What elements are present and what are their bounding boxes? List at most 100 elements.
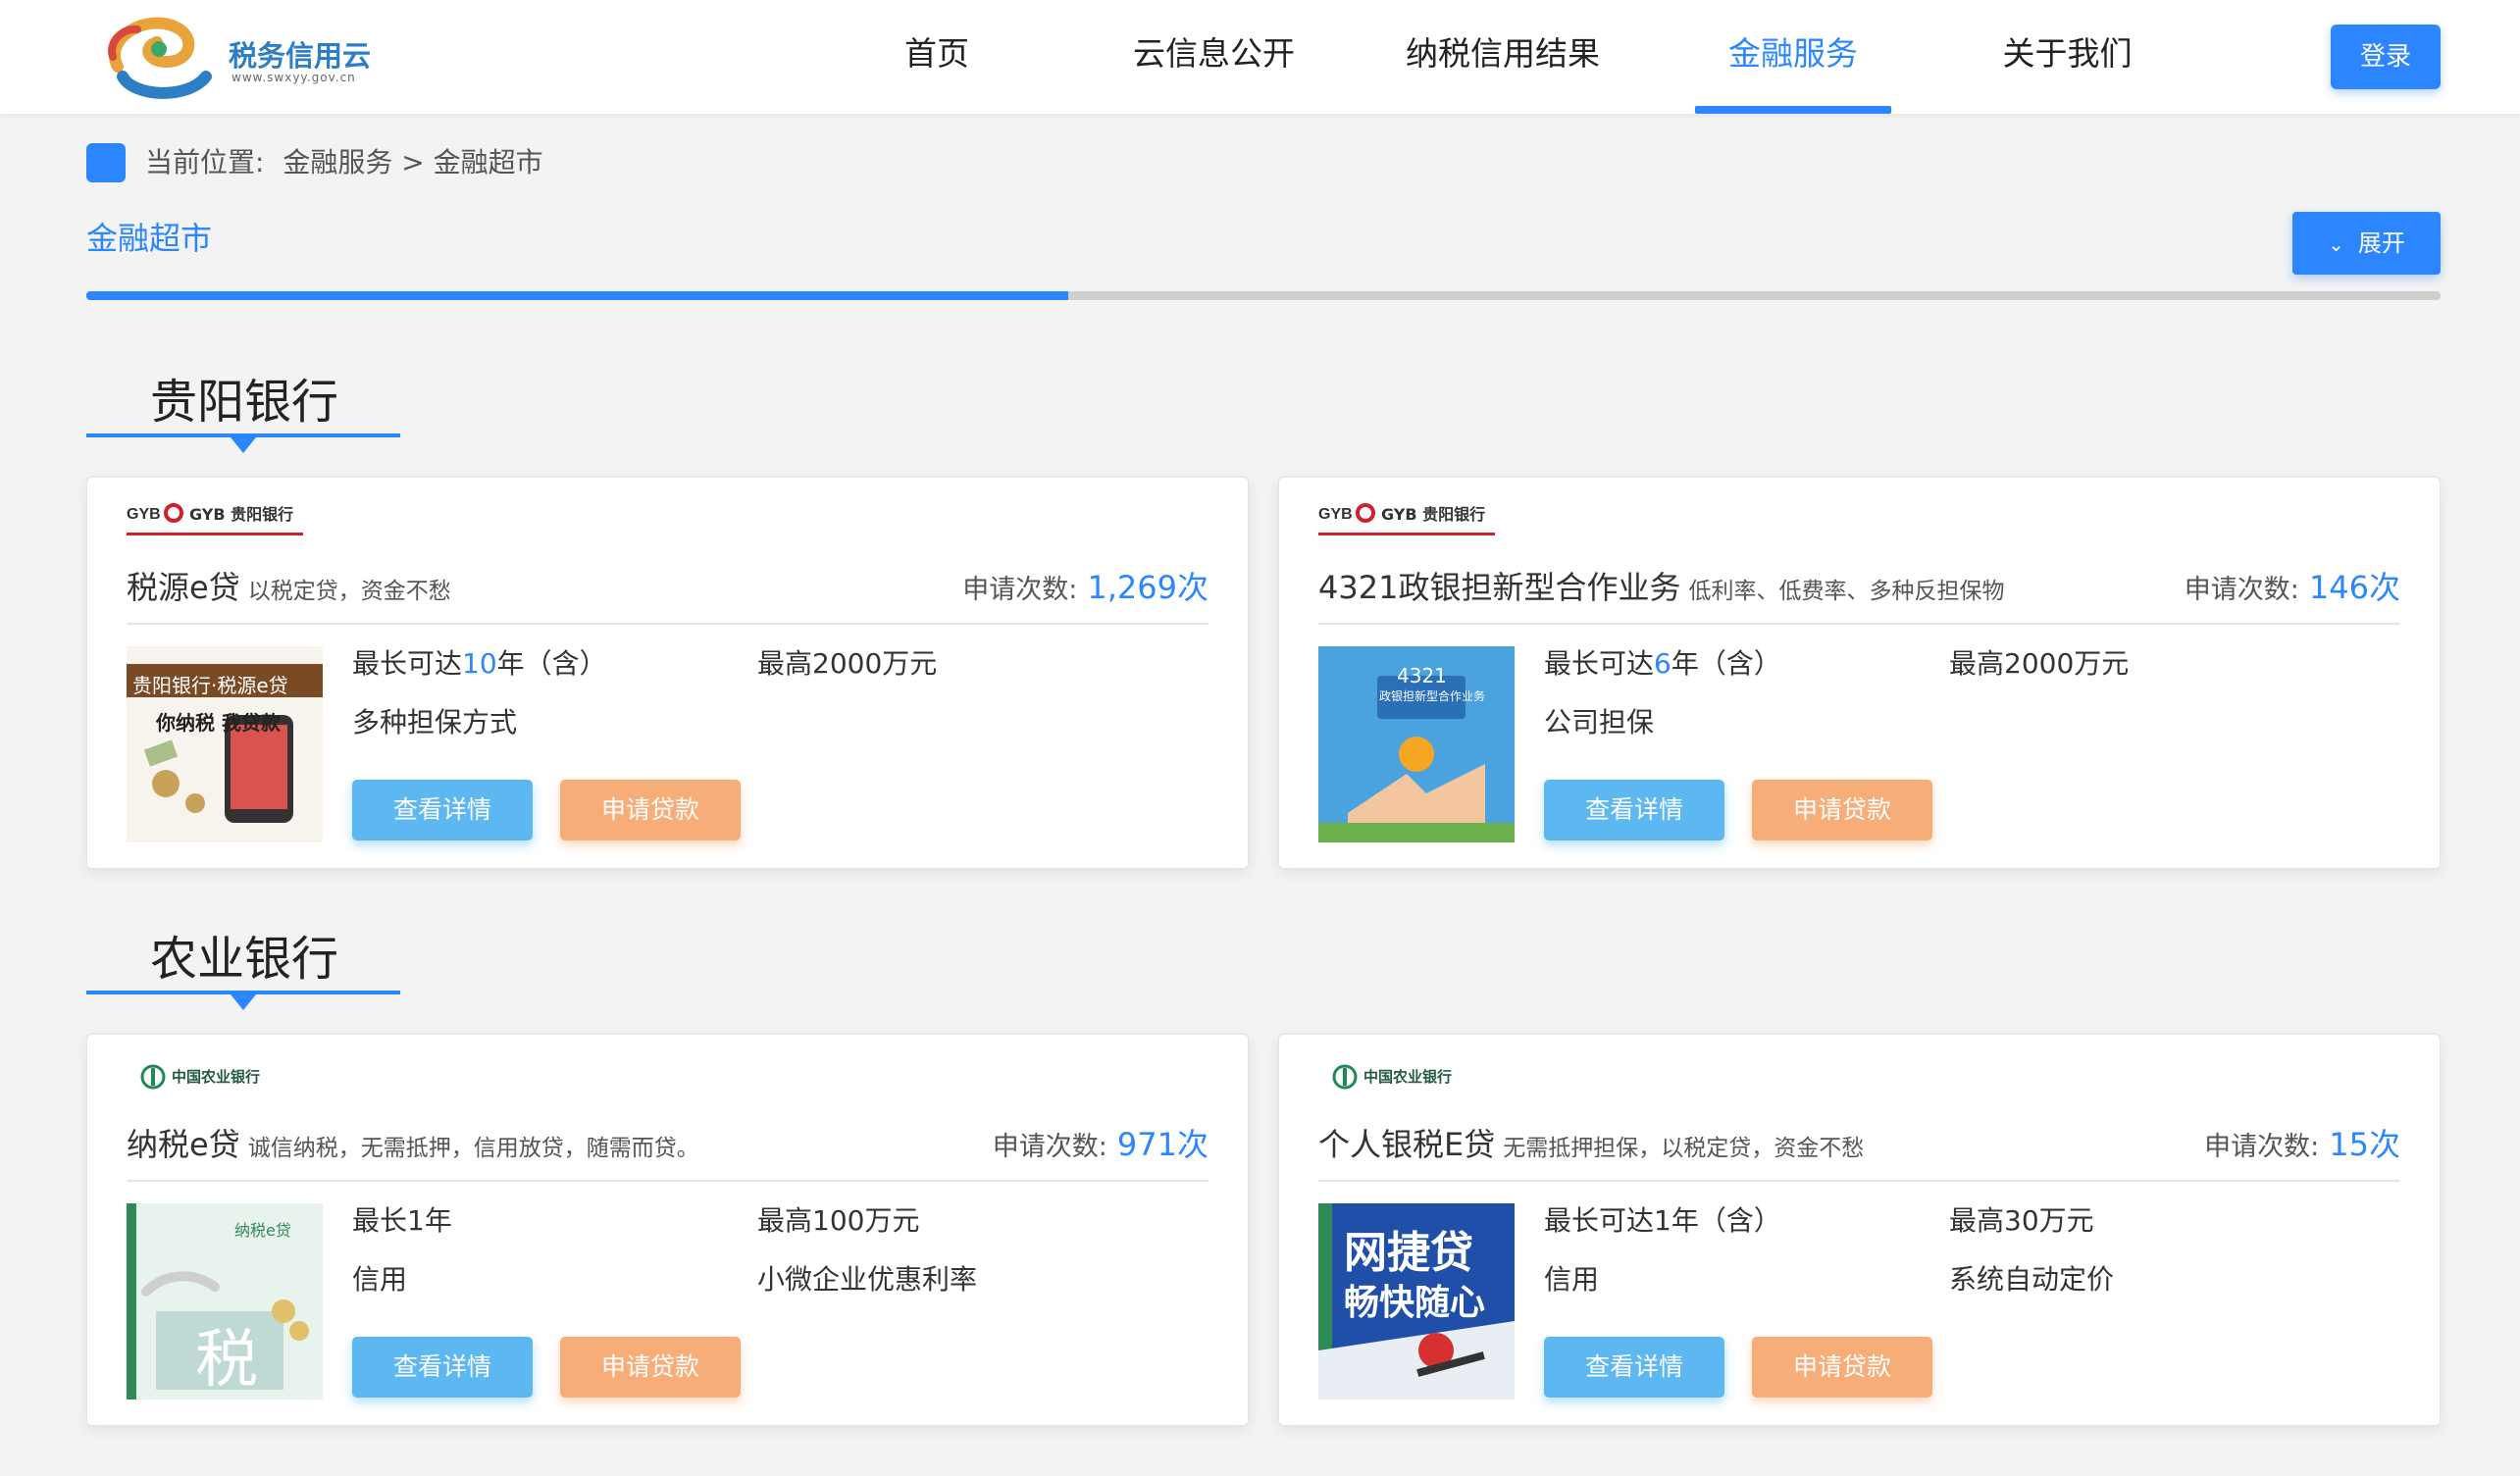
loan-term: 最长可达1年（含）	[1544, 1199, 1781, 1239]
count-label: 申请次数:	[992, 1132, 1107, 1162]
bank-logo-text: GYB 贵阳银行	[1381, 505, 1486, 524]
breadcrumb-prefix: 当前位置:	[145, 146, 265, 178]
svg-text:GYB: GYB	[1318, 506, 1353, 523]
card-divider	[1318, 1180, 2400, 1182]
product-card: GYB GYB 贵阳银行 税源e贷 以税定贷，资金不愁 申请次数: 1,269次 贵…	[86, 477, 1249, 869]
product-name: 个人银税E贷	[1318, 1126, 1496, 1163]
loan-rate: 小微企业优惠利率	[757, 1263, 978, 1296]
breadcrumb-path: 金融服务 > 金融超市	[283, 146, 543, 178]
loan-amount: 最高2000万元	[757, 647, 938, 680]
application-count: 申请次数: 15次	[2204, 1123, 2400, 1166]
site-logo[interactable]: 税务信用云 www.swxyy.gov.cn	[98, 8, 392, 106]
product-card: 中国农业银行 个人银税E贷 无需抵押担保，以税定贷，资金不愁 申请次数: 15次 网…	[1278, 1034, 2441, 1426]
loan-term-suffix: 年（含）	[496, 647, 607, 680]
login-button[interactable]: 登录	[2331, 25, 2441, 89]
top-header: 税务信用云 www.swxyy.gov.cn 首页 云信息公开 纳税信用结果 金…	[0, 0, 2520, 114]
application-count: 申请次数: 971次	[993, 1123, 1209, 1166]
chevron-down-icon: ⌄	[2328, 232, 2344, 256]
bank-logo-text: 中国农业银行	[1363, 1068, 1453, 1086]
bank-heading: 农业银行	[150, 932, 339, 987]
product-image[interactable]: 纳税e贷 税	[127, 1203, 323, 1400]
loan-term-prefix: 最长可达	[1544, 647, 1655, 680]
loan-amount: 最高100万元	[757, 1204, 920, 1237]
bank-logo-text: GYB 贵阳银行	[189, 505, 294, 524]
nav-cloud-info[interactable]: 云信息公开	[1133, 0, 1295, 114]
product-name: 税源e贷	[127, 569, 240, 606]
product-image[interactable]: 网捷贷 畅快随心	[1318, 1203, 1515, 1400]
loan-amount: 最高30万元	[1949, 1204, 2094, 1237]
product-card: 中国农业银行 纳税e贷 诚信纳税，无需抵押，信用放贷，随需而贷。 申请次数: 971…	[86, 1034, 1249, 1426]
application-count: 申请次数: 146次	[2185, 566, 2400, 609]
loan-guarantee: 公司担保	[1544, 706, 1655, 738]
count-label: 申请次数:	[2184, 575, 2299, 605]
product-name: 4321政银担新型合作业务	[1318, 569, 1681, 606]
nav-home[interactable]: 首页	[888, 0, 986, 114]
breadcrumb: 当前位置: 金融服务 > 金融超市	[145, 143, 553, 182]
loan-rate: 系统自动定价	[1949, 1263, 2115, 1296]
loan-term-suffix: 年（含）	[1671, 647, 1781, 680]
product-slogan: 以税定贷，资金不愁	[247, 579, 451, 604]
count-label: 申请次数:	[962, 575, 1078, 605]
product-image[interactable]: 4321 政银担新型合作业务	[1318, 646, 1515, 842]
gyb-bank-logo: GYB GYB 贵阳银行	[127, 497, 342, 538]
product-name: 纳税e贷	[127, 1126, 240, 1163]
loan-guarantee: 信用	[352, 1263, 408, 1296]
nav-about-us[interactable]: 关于我们	[2001, 0, 2134, 114]
apply-loan-button[interactable]: 申请贷款	[560, 1337, 741, 1398]
loan-term: 最长1年	[352, 1199, 452, 1239]
loan-guarantee: 多种担保方式	[352, 706, 518, 738]
apply-loan-button[interactable]: 申请贷款	[1752, 780, 1932, 840]
bank-heading: 贵阳银行	[150, 375, 339, 430]
product-title: 税源e贷 以税定贷，资金不愁	[127, 566, 451, 609]
image-caption: 4321	[1397, 664, 1447, 687]
image-caption: 畅快随心	[1344, 1283, 1486, 1323]
product-slogan: 无需抵押担保，以税定贷，资金不愁	[1503, 1136, 1865, 1161]
product-slogan: 低利率、低费率、多种反担保物	[1688, 579, 2005, 604]
image-caption: 税	[195, 1324, 258, 1397]
expand-label: 展开	[2357, 229, 2405, 257]
loan-term-prefix: 最长可达	[352, 647, 463, 680]
nav-finance-services[interactable]: 金融服务	[1724, 0, 1862, 114]
loan-term-years: 10	[462, 647, 497, 680]
image-caption: 你纳税 我贷款	[156, 711, 281, 735]
count-value: 146次	[2308, 569, 2400, 606]
abc-bank-logo: 中国农业银行	[1318, 1054, 1534, 1095]
apply-loan-button[interactable]: 申请贷款	[1752, 1337, 1932, 1398]
view-details-button[interactable]: 查看详情	[352, 780, 533, 840]
nav-credit-results[interactable]: 纳税信用结果	[1405, 0, 1601, 114]
section-progress-bar	[86, 291, 2441, 300]
loan-term-prefix: 最长可达1年（含）	[1544, 1204, 1781, 1237]
count-value: 15次	[2329, 1126, 2400, 1163]
card-divider	[127, 1180, 1209, 1182]
image-caption: 纳税e贷	[234, 1221, 291, 1240]
product-image[interactable]: 贵阳银行·税源e贷 你纳税 我贷款	[127, 646, 323, 842]
view-details-button[interactable]: 查看详情	[352, 1337, 533, 1398]
loan-amount: 最高2000万元	[1949, 647, 2130, 680]
image-caption: 政银担新型合作业务	[1379, 689, 1486, 703]
logo-url: www.swxyy.gov.cn	[231, 71, 356, 84]
logo-swirl-icon	[108, 17, 212, 99]
bank-heading-arrow-icon	[231, 994, 256, 1010]
tab-finance-market[interactable]: 金融超市	[86, 214, 212, 259]
count-value: 1,269次	[1087, 569, 1209, 606]
view-details-button[interactable]: 查看详情	[1544, 1337, 1724, 1398]
apply-loan-button[interactable]: 申请贷款	[560, 780, 741, 840]
image-caption: 网捷贷	[1344, 1228, 1473, 1278]
card-divider	[1318, 623, 2400, 625]
loan-term: 最长可达10年（含）	[352, 642, 607, 682]
nav-active-indicator	[1695, 106, 1891, 114]
view-details-button[interactable]: 查看详情	[1544, 780, 1724, 840]
logo-title: 税务信用云	[229, 39, 372, 73]
loan-term-years: 6	[1654, 647, 1671, 680]
product-title: 4321政银担新型合作业务 低利率、低费率、多种反担保物	[1318, 566, 2004, 609]
section-progress-fill	[86, 291, 1068, 300]
product-slogan: 诚信纳税，无需抵押，信用放贷，随需而贷。	[247, 1136, 699, 1161]
gyb-bank-logo: GYB GYB 贵阳银行	[1318, 497, 1534, 538]
loan-term-prefix: 最长1年	[352, 1204, 452, 1237]
application-count: 申请次数: 1,269次	[962, 566, 1209, 609]
expand-button[interactable]: ⌄ 展开	[2292, 212, 2441, 275]
count-value: 971次	[1116, 1126, 1209, 1163]
count-label: 申请次数:	[2204, 1132, 2320, 1162]
svg-text:GYB: GYB	[127, 506, 161, 523]
product-title: 个人银税E贷 无需抵押担保，以税定贷，资金不愁	[1318, 1123, 1864, 1166]
